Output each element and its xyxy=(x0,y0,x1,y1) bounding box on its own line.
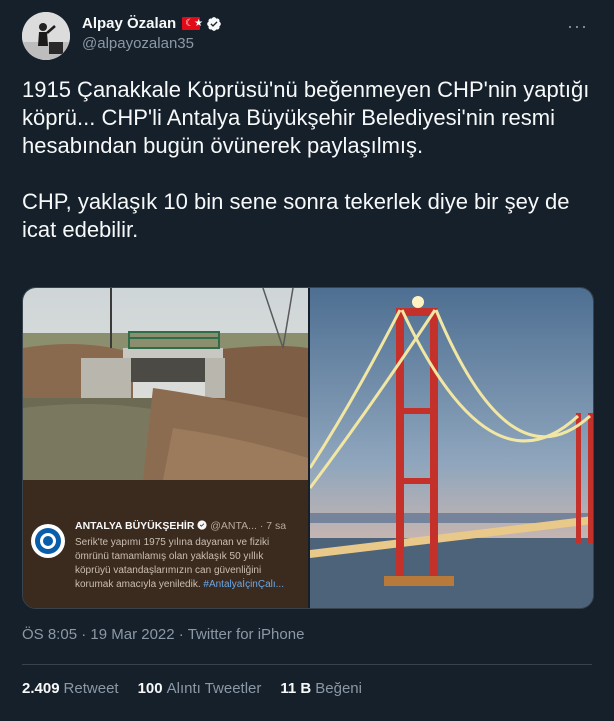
tweet-stats: 2.409 Retweet 100 Alıntı Tweetler 11 B Beğe… xyxy=(22,680,362,697)
like-number: 11 B xyxy=(280,680,312,697)
embed-avatar xyxy=(31,524,65,558)
turkish-flag-icon: ☾★ xyxy=(182,17,204,30)
tweet-meta: ÖS 8:05 · 19 Mar 2022 · Twitter for iPho… xyxy=(22,626,304,643)
author-name[interactable]: Alpay Özalan xyxy=(82,15,176,32)
meta-sep-2: · xyxy=(178,626,188,643)
tweet-time[interactable]: ÖS 8:05 xyxy=(22,626,77,643)
tweet-header: Alpay Özalan ☾★ @alpayozalan35 ··· xyxy=(22,12,592,62)
bridge-photo-left[interactable] xyxy=(23,288,308,480)
retweet-number: 2.409 xyxy=(22,680,60,697)
like-label: Beğeni xyxy=(315,680,362,697)
embed-author: ANTALYA BÜYÜKŞEHİR @ANTA... · 7 sa xyxy=(75,520,286,532)
embed-handle: @ANTA... xyxy=(210,520,257,532)
embed-body: Serik'te yapımı 1975 yılına dayanan ve f… xyxy=(75,536,297,592)
embed-author-name: ANTALYA BÜYÜKŞEHİR xyxy=(75,520,195,532)
tweet-text: 1915 Çanakkale Köprüsü'nü beğenmeyen CHP… xyxy=(22,77,590,242)
quote-count[interactable]: 100 Alıntı Tweetler xyxy=(138,680,262,697)
verified-badge-icon xyxy=(207,16,222,31)
author-avatar[interactable] xyxy=(22,12,70,60)
retweet-label: Retweet xyxy=(63,680,119,697)
quote-number: 100 xyxy=(137,680,163,697)
flag-glyph: ☾★ xyxy=(185,18,204,29)
divider xyxy=(22,664,592,665)
embedded-tweet[interactable]: ANTALYA BÜYÜKŞEHİR @ANTA... · 7 sa Serik… xyxy=(23,480,308,608)
retweet-count[interactable]: 2.409 Retweet xyxy=(22,680,119,697)
quote-label: Alıntı Tweetler xyxy=(166,680,262,697)
tweet-source[interactable]: Twitter for iPhone xyxy=(188,626,305,643)
tweet-date[interactable]: 19 Mar 2022 xyxy=(90,626,174,643)
author-handle[interactable]: @alpayozalan35 xyxy=(82,35,222,52)
embed-age: · 7 sa xyxy=(259,520,287,532)
like-count[interactable]: 11 B Beğeni xyxy=(280,680,362,697)
more-icon[interactable]: ··· xyxy=(567,16,588,37)
embed-hashtag[interactable]: #AntalyaİçinÇalı... xyxy=(203,579,284,590)
meta-sep-1: · xyxy=(81,626,91,643)
tweet-media[interactable]: ANTALYA BÜYÜKŞEHİR @ANTA... · 7 sa Serik… xyxy=(22,287,594,609)
bridge-photo-right[interactable] xyxy=(310,288,593,608)
embed-verified-icon xyxy=(197,520,207,530)
